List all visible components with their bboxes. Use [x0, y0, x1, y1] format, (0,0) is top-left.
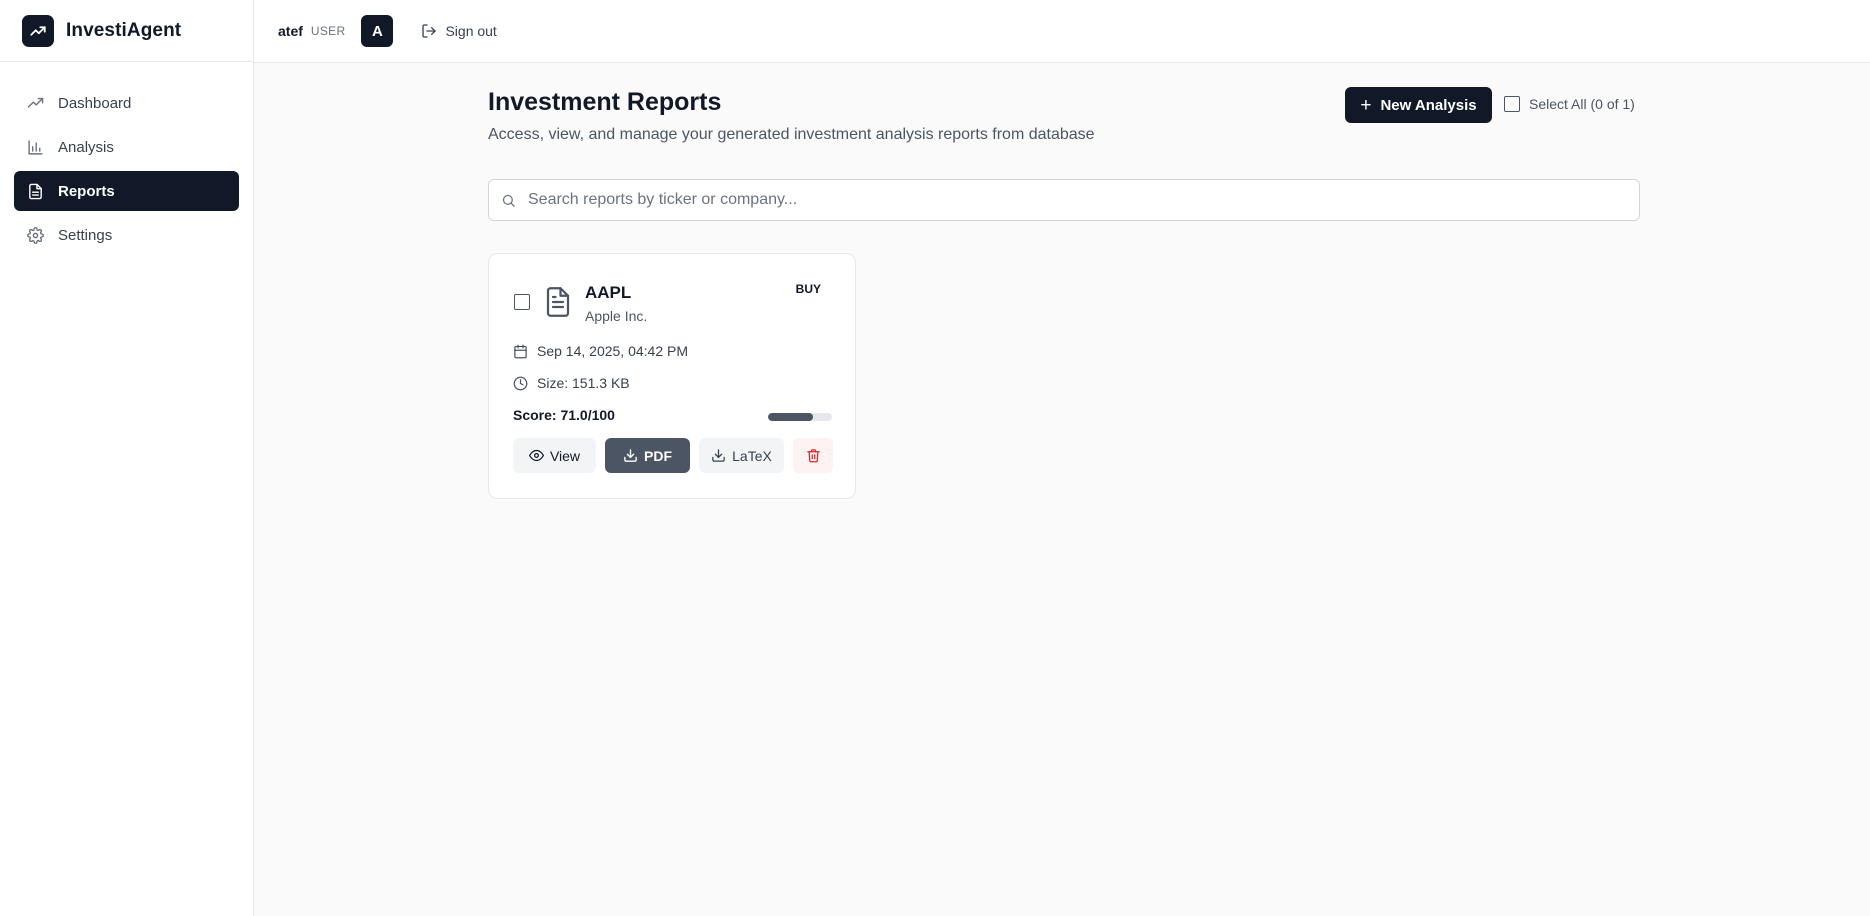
file-text-icon: [26, 182, 44, 200]
download-icon: [712, 449, 725, 462]
sidebar-item-label: Settings: [58, 226, 113, 244]
page-subtitle: Access, view, and manage your generated …: [488, 126, 1095, 143]
bar-chart-icon: [26, 138, 44, 156]
download-icon: [624, 449, 637, 462]
new-analysis-label: New Analysis: [1380, 96, 1477, 114]
pdf-label: PDF: [644, 447, 672, 464]
report-size: Size: 151.3 KB: [513, 375, 630, 391]
trending-up-icon: [22, 14, 54, 47]
report-score: Score: 71.0/100: [513, 407, 615, 423]
username: atef: [278, 23, 303, 39]
clock-icon: [513, 376, 528, 390]
score-progress-bar: [768, 413, 832, 421]
report-company: Apple Inc.: [585, 308, 648, 324]
calendar-icon: [514, 344, 527, 358]
report-date: Sep 14, 2025, 04:42 PM: [513, 343, 688, 359]
trending-up-icon: [26, 94, 44, 112]
delete-button[interactable]: [793, 438, 833, 473]
page-title: Investment Reports: [488, 88, 722, 116]
select-all-label: Select All (0 of 1): [1529, 96, 1635, 112]
file-text-icon: [543, 285, 573, 324]
trash-icon: [806, 449, 820, 463]
select-all-checkbox[interactable]: Select All (0 of 1): [1504, 96, 1635, 112]
report-select-checkbox[interactable]: [514, 294, 530, 310]
download-pdf-button[interactable]: PDF: [605, 438, 690, 473]
avatar[interactable]: A: [361, 15, 394, 47]
topbar: atef USER A Sign out: [254, 0, 1870, 63]
recommendation-badge: BUY: [795, 282, 821, 296]
gear-icon: [26, 226, 44, 244]
search-input[interactable]: [528, 191, 1608, 209]
app-name: InvestiAgent: [66, 19, 182, 41]
score-progress-fill: [768, 413, 814, 421]
sidebar-item-dashboard[interactable]: Dashboard: [14, 83, 239, 123]
latex-label: LaTeX: [732, 447, 772, 464]
sidebar-item-settings[interactable]: Settings: [14, 215, 239, 255]
log-out-icon: [422, 24, 437, 38]
sidebar-item-analysis[interactable]: Analysis: [14, 127, 239, 167]
report-ticker: AAPL: [585, 283, 632, 302]
search-icon: [502, 194, 515, 207]
download-latex-button[interactable]: LaTeX: [699, 438, 784, 473]
sidebar-item-reports[interactable]: Reports: [14, 171, 239, 211]
report-actions: View PDF LaTeX: [513, 438, 833, 473]
user-role: USER: [310, 24, 346, 38]
sidebar-nav: Dashboard Analysis Reports Settings: [0, 62, 253, 280]
report-date-text: Sep 14, 2025, 04:42 PM: [537, 343, 688, 359]
view-label: View: [549, 447, 581, 464]
sidebar-item-label: Dashboard: [58, 94, 132, 112]
checkbox[interactable]: [1504, 96, 1520, 112]
report-card: AAPL Apple Inc. BUY Sep 14, 2025, 04:42 …: [488, 253, 856, 499]
sign-out-button[interactable]: Sign out: [421, 23, 497, 39]
view-button[interactable]: View: [513, 438, 596, 473]
new-analysis-button[interactable]: + New Analysis: [1345, 87, 1492, 123]
brand[interactable]: InvestiAgent: [0, 0, 253, 62]
plus-icon: +: [1360, 94, 1372, 116]
sign-out-label: Sign out: [445, 23, 497, 39]
search-bar: [488, 179, 1640, 221]
sidebar-item-label: Analysis: [58, 138, 114, 156]
sidebar: InvestiAgent Dashboard Analysis Reports …: [0, 0, 254, 916]
eye-icon: [528, 449, 544, 462]
sidebar-item-label: Reports: [58, 182, 115, 200]
report-size-text: Size: 151.3 KB: [537, 375, 630, 391]
